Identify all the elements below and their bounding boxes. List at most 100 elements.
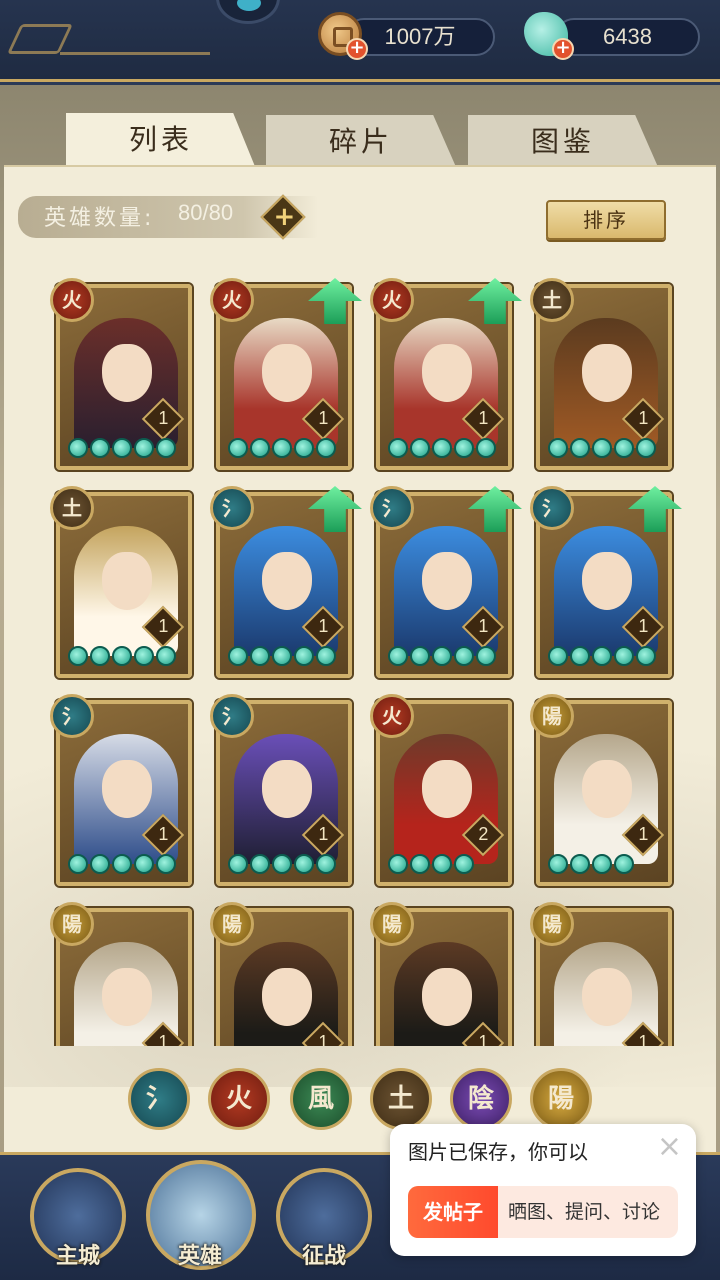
hero-grid: 1 火 1 火 1 火 1 土 1 土 1 氵 1 氵 1 氵 1 氵 1 氵 2 火 1 陽 1 陽 1 陽 1 陽 1 陽 xyxy=(48,276,688,1046)
element-fire-icon: 火 xyxy=(50,278,94,322)
post-button[interactable]: 发帖子 xyxy=(408,1186,498,1238)
star-bead-icon xyxy=(636,646,656,666)
star-bead-icon xyxy=(250,646,270,666)
element-yang-icon: 陽 xyxy=(50,902,94,946)
element-yang-icon: 陽 xyxy=(370,902,414,946)
hero-stars xyxy=(548,438,656,462)
toast-message: 图片已保存，你可以 xyxy=(408,1140,588,1164)
star-bead-icon xyxy=(548,646,568,666)
element-yang-icon: 陽 xyxy=(210,902,254,946)
mascot-icon[interactable] xyxy=(216,0,280,24)
element-water-icon: 氵 xyxy=(210,486,254,530)
element-fire-icon: 火 xyxy=(370,278,414,322)
star-bead-icon xyxy=(454,438,474,458)
hero-level: 1 xyxy=(318,408,329,429)
star-bead-icon xyxy=(592,438,612,458)
star-bead-icon xyxy=(432,438,452,458)
tab-list[interactable]: 列表 xyxy=(66,113,256,169)
filter-wind-button[interactable]: 風 xyxy=(290,1068,352,1130)
hero-level: 1 xyxy=(478,408,489,429)
hero-stars xyxy=(68,646,176,670)
star-bead-icon xyxy=(592,646,612,666)
cloud-pattern-icon xyxy=(7,24,73,54)
element-water-icon: 氵 xyxy=(530,486,574,530)
star-bead-icon xyxy=(134,854,154,874)
nav-hero-label: 英雄 xyxy=(177,1244,222,1269)
hero-level: 1 xyxy=(158,1032,169,1046)
star-bead-icon xyxy=(112,438,132,458)
hero-level: 1 xyxy=(638,824,649,845)
star-bead-icon xyxy=(134,438,154,458)
toast-action-bar[interactable]: 发帖子 晒图、提问、讨论 xyxy=(408,1186,678,1238)
hero-level: 1 xyxy=(158,824,169,845)
star-bead-icon xyxy=(316,438,336,458)
element-water-icon: 氵 xyxy=(50,694,94,738)
hero-level: 1 xyxy=(638,616,649,637)
star-bead-icon xyxy=(432,646,452,666)
add-gems-button[interactable]: + xyxy=(552,38,574,60)
filter-yang-button[interactable]: 陽 xyxy=(530,1068,592,1130)
star-bead-icon xyxy=(156,646,176,666)
star-bead-icon xyxy=(316,646,336,666)
save-toast: 图片已保存，你可以 × 发帖子 晒图、提问、讨论 xyxy=(390,1124,696,1256)
star-bead-icon xyxy=(592,854,612,874)
hero-level: 1 xyxy=(318,1032,329,1046)
element-fire-icon: 火 xyxy=(210,278,254,322)
sort-button[interactable]: 排序 xyxy=(546,200,666,240)
star-bead-icon xyxy=(294,646,314,666)
star-bead-icon xyxy=(548,854,568,874)
filter-earth-button[interactable]: 土 xyxy=(370,1068,432,1130)
star-bead-icon xyxy=(68,854,88,874)
element-yang-icon: 陽 xyxy=(530,694,574,738)
star-bead-icon xyxy=(250,438,270,458)
star-bead-icon xyxy=(476,646,496,666)
hero-stars xyxy=(388,646,496,670)
add-coins-button[interactable]: + xyxy=(346,38,368,60)
filter-fire-button[interactable]: 火 xyxy=(208,1068,270,1130)
gems-value: 6438 xyxy=(603,24,652,49)
hero-stars xyxy=(388,854,474,878)
filter-water-button[interactable]: 氵 xyxy=(128,1068,190,1130)
hero-stars xyxy=(388,438,496,462)
hero-stars xyxy=(228,438,336,462)
star-bead-icon xyxy=(112,646,132,666)
hero-count-label: 英雄数量: xyxy=(44,206,155,231)
coins-value: 1007万 xyxy=(384,24,456,49)
hero-level: 1 xyxy=(318,824,329,845)
hero-stars xyxy=(228,854,336,878)
star-bead-icon xyxy=(454,646,474,666)
star-bead-icon xyxy=(272,854,292,874)
hero-stars xyxy=(548,854,634,878)
star-bead-icon xyxy=(272,646,292,666)
toast-sub-text: 晒图、提问、讨论 xyxy=(508,1201,661,1223)
star-bead-icon xyxy=(636,438,656,458)
star-bead-icon xyxy=(476,438,496,458)
star-bead-icon xyxy=(570,438,590,458)
star-bead-icon xyxy=(272,438,292,458)
star-bead-icon xyxy=(570,854,590,874)
star-bead-icon xyxy=(68,646,88,666)
star-bead-icon xyxy=(388,646,408,666)
star-bead-icon xyxy=(410,438,430,458)
tab-fragments[interactable]: 碎片 xyxy=(266,115,456,167)
star-bead-icon xyxy=(570,646,590,666)
hero-stars xyxy=(548,646,656,670)
element-water-icon: 氵 xyxy=(210,694,254,738)
star-bead-icon xyxy=(112,854,132,874)
hero-level: 1 xyxy=(158,408,169,429)
divider xyxy=(60,52,210,55)
star-bead-icon xyxy=(250,854,270,874)
star-bead-icon xyxy=(410,646,430,666)
filter-yin-button[interactable]: 陰 xyxy=(450,1068,512,1130)
star-bead-icon xyxy=(388,854,408,874)
close-icon[interactable]: × xyxy=(657,1132,682,1162)
tab-codex[interactable]: 图鉴 xyxy=(468,115,658,167)
gems-display: 6438 xyxy=(555,18,700,56)
hero-stars xyxy=(228,646,336,670)
element-water-icon: 氵 xyxy=(370,486,414,530)
star-bead-icon xyxy=(90,438,110,458)
hero-level: 2 xyxy=(478,824,489,845)
star-bead-icon xyxy=(156,854,176,874)
hero-stars xyxy=(68,854,176,878)
star-bead-icon xyxy=(388,438,408,458)
